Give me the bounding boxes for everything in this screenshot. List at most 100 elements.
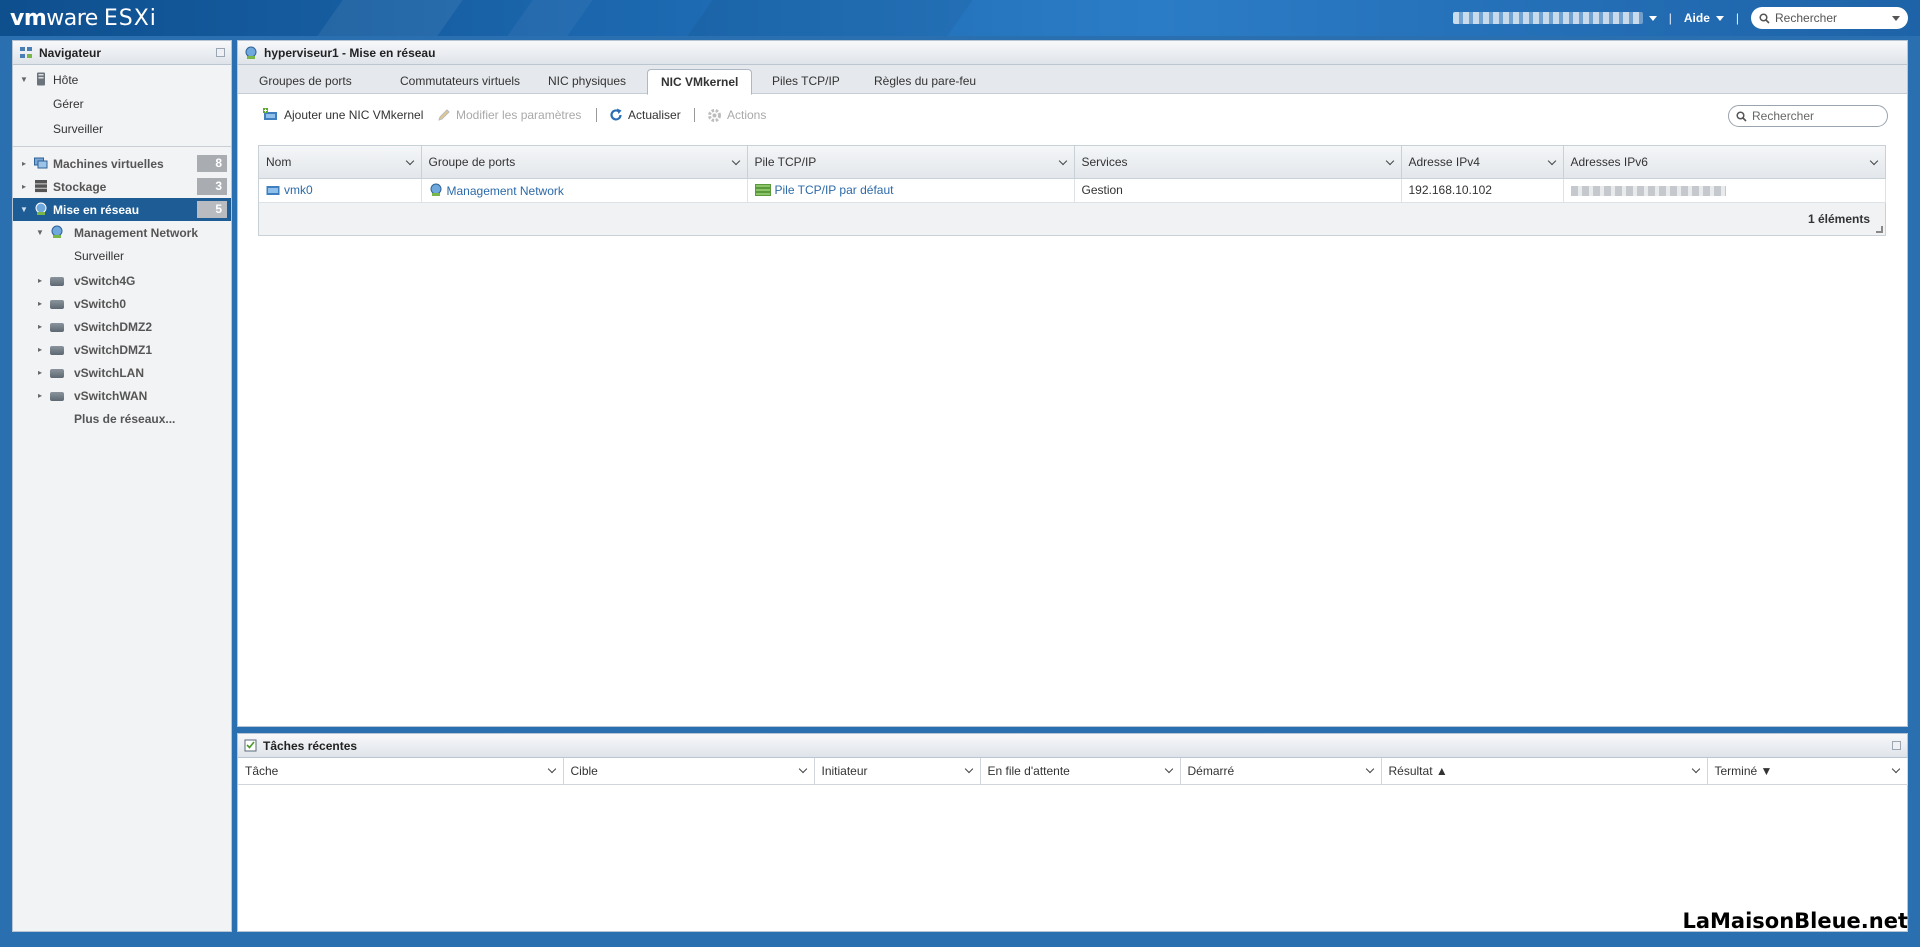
- vswitch-icon: [50, 323, 64, 332]
- collapse-panel-icon[interactable]: [216, 48, 225, 57]
- page-title: hyperviseur1 - Mise en réseau: [264, 45, 436, 60]
- tab-vmkernel-nics[interactable]: NIC VMkernel: [647, 69, 753, 95]
- chevron-down-icon[interactable]: [1058, 156, 1067, 166]
- add-vmkernel-nic-button[interactable]: Ajouter une NIC VMkernel: [263, 106, 423, 124]
- chevron-down-icon[interactable]: [1365, 764, 1374, 774]
- chevron-down-icon[interactable]: [964, 764, 973, 774]
- chevron-down-icon[interactable]: [1891, 764, 1900, 774]
- column-header-queued[interactable]: En file d'attente: [980, 758, 1181, 785]
- cell-port-group: Management Network: [421, 178, 748, 203]
- expand-triangle-icon[interactable]: ▸: [35, 391, 45, 400]
- tab-port-groups[interactable]: Groupes de ports: [246, 69, 365, 94]
- watermark: LaMaisonBleue.net: [1682, 909, 1908, 933]
- nav-vswitch[interactable]: ▸ vSwitchDMZ1: [13, 338, 231, 361]
- nav-vswitch[interactable]: ▸ vSwitchWAN: [13, 384, 231, 407]
- column-header-tcpip-stack[interactable]: Pile TCP/IP: [747, 146, 1075, 179]
- column-header-services[interactable]: Services: [1074, 146, 1402, 179]
- chevron-down-icon[interactable]: [1547, 156, 1556, 166]
- tab-physical-nics[interactable]: NIC physiques: [535, 69, 639, 94]
- tcpip-stack-link[interactable]: Pile TCP/IP par défaut: [775, 183, 894, 197]
- cell-services: Gestion: [1074, 178, 1402, 203]
- count-badge: 5: [197, 201, 227, 218]
- add-nic-icon: [263, 108, 277, 120]
- nav-virtual-machines[interactable]: ▸ Machines virtuelles 8: [13, 152, 231, 175]
- redacted-ipv6: [1570, 185, 1726, 196]
- table-row[interactable]: vmk0 Management Network Pile TCP/IP par …: [259, 178, 1886, 203]
- tab-tcpip-stacks[interactable]: Piles TCP/IP: [759, 69, 853, 94]
- resize-grip-icon[interactable]: [1876, 225, 1883, 233]
- chevron-down-icon[interactable]: [1164, 764, 1173, 774]
- expand-triangle-icon[interactable]: ▸: [19, 182, 29, 191]
- nav-management-network[interactable]: ▼ Management Network: [13, 221, 231, 244]
- tab-virtual-switches[interactable]: Commutateurs virtuels: [387, 69, 533, 94]
- vswitch-icon: [50, 277, 64, 286]
- port-group-icon: [51, 225, 63, 238]
- cell-name: vmk0: [259, 178, 422, 203]
- refresh-button[interactable]: Actualiser: [609, 106, 681, 124]
- network-icon: [245, 46, 257, 59]
- nav-more-networks[interactable]: Plus de réseaux...: [13, 407, 231, 430]
- chevron-down-icon[interactable]: [798, 764, 807, 774]
- vmkernel-nic-grid: Nom Groupe de ports Pile TCP/IP Services…: [258, 145, 1886, 236]
- grid-header-row: Nom Groupe de ports Pile TCP/IP Services…: [259, 146, 1886, 179]
- chevron-down-icon[interactable]: [1385, 156, 1394, 166]
- grid-footer: 1 éléments: [259, 202, 1885, 235]
- nav-vswitch[interactable]: ▸ vSwitchDMZ2: [13, 315, 231, 338]
- nav-networking[interactable]: ▼ Mise en réseau 5: [13, 198, 231, 221]
- column-header-started[interactable]: Démarré: [1180, 758, 1382, 785]
- nav-vswitch[interactable]: ▸ vSwitchLAN: [13, 361, 231, 384]
- chevron-down-icon: [1892, 15, 1900, 21]
- expand-triangle-icon[interactable]: ▸: [35, 368, 45, 377]
- nav-host[interactable]: ▼ Hôte: [13, 68, 231, 91]
- chevron-down-icon[interactable]: [547, 764, 556, 774]
- chevron-down-icon[interactable]: [405, 156, 414, 166]
- search-icon: [1759, 12, 1770, 24]
- nav-host-monitor[interactable]: Surveiller: [13, 116, 231, 141]
- expand-triangle-icon[interactable]: ▸: [19, 159, 29, 168]
- column-header-target[interactable]: Cible: [563, 758, 815, 785]
- edit-settings-button[interactable]: Modifier les paramètres: [437, 106, 581, 124]
- collapse-panel-icon[interactable]: [1892, 741, 1901, 750]
- tab-firewall-rules[interactable]: Règles du pare-feu: [861, 69, 989, 94]
- column-header-ipv6[interactable]: Adresses IPv6: [1563, 146, 1886, 179]
- nav-host-manage[interactable]: Gérer: [13, 91, 231, 116]
- toolbar: Ajouter une NIC VMkernel Modifier les pa…: [238, 94, 1907, 134]
- column-header-initiator[interactable]: Initiateur: [814, 758, 981, 785]
- actions-button[interactable]: Actions: [707, 106, 766, 124]
- global-search-input[interactable]: Rechercher: [1751, 7, 1908, 29]
- expand-triangle-icon[interactable]: ▸: [35, 299, 45, 308]
- column-header-completed[interactable]: Terminé ▼: [1707, 758, 1908, 785]
- navigator-panel: Navigateur ▼ Hôte Gérer Surveiller ▸ Mac…: [12, 40, 232, 932]
- host-icon: [37, 72, 45, 86]
- search-icon: [1736, 110, 1747, 122]
- chevron-down-icon[interactable]: [1869, 156, 1878, 166]
- user-menu[interactable]: [1452, 12, 1643, 24]
- top-bar: vmware ESXi | Aide | Rechercher: [0, 0, 1920, 36]
- expand-triangle-icon[interactable]: ▼: [19, 75, 29, 84]
- help-menu[interactable]: Aide: [1684, 11, 1724, 25]
- nav-vswitch[interactable]: ▸ vSwitch4G: [13, 269, 231, 292]
- nav-management-network-monitor[interactable]: Surveiller: [13, 244, 231, 267]
- tab-bar: Groupes de ports Commutateurs virtuels N…: [238, 65, 1907, 95]
- chevron-down-icon[interactable]: [1691, 764, 1700, 774]
- vmk-link[interactable]: vmk0: [284, 183, 313, 197]
- nav-storage[interactable]: ▸ Stockage 3: [13, 175, 231, 198]
- expand-triangle-icon[interactable]: ▼: [19, 205, 29, 214]
- tasks-icon: [244, 739, 257, 752]
- column-header-ipv4[interactable]: Adresse IPv4: [1401, 146, 1564, 179]
- grid-search-input[interactable]: Rechercher: [1728, 105, 1888, 127]
- port-group-link[interactable]: Management Network: [447, 184, 564, 198]
- column-header-result[interactable]: Résultat ▲: [1381, 758, 1708, 785]
- virtual-machines-icon: [34, 157, 48, 169]
- chevron-down-icon[interactable]: [731, 156, 740, 166]
- refresh-icon: [610, 108, 622, 121]
- expand-triangle-icon[interactable]: ▸: [35, 345, 45, 354]
- column-header-task[interactable]: Tâche: [238, 758, 564, 785]
- expand-triangle-icon[interactable]: ▸: [35, 276, 45, 285]
- expand-triangle-icon[interactable]: ▼: [35, 228, 45, 237]
- nav-vswitch[interactable]: ▸ vSwitch0: [13, 292, 231, 315]
- chevron-down-icon: [1715, 15, 1724, 21]
- column-header-name[interactable]: Nom: [259, 146, 422, 179]
- expand-triangle-icon[interactable]: ▸: [35, 322, 45, 331]
- column-header-port-group[interactable]: Groupe de ports: [421, 146, 748, 179]
